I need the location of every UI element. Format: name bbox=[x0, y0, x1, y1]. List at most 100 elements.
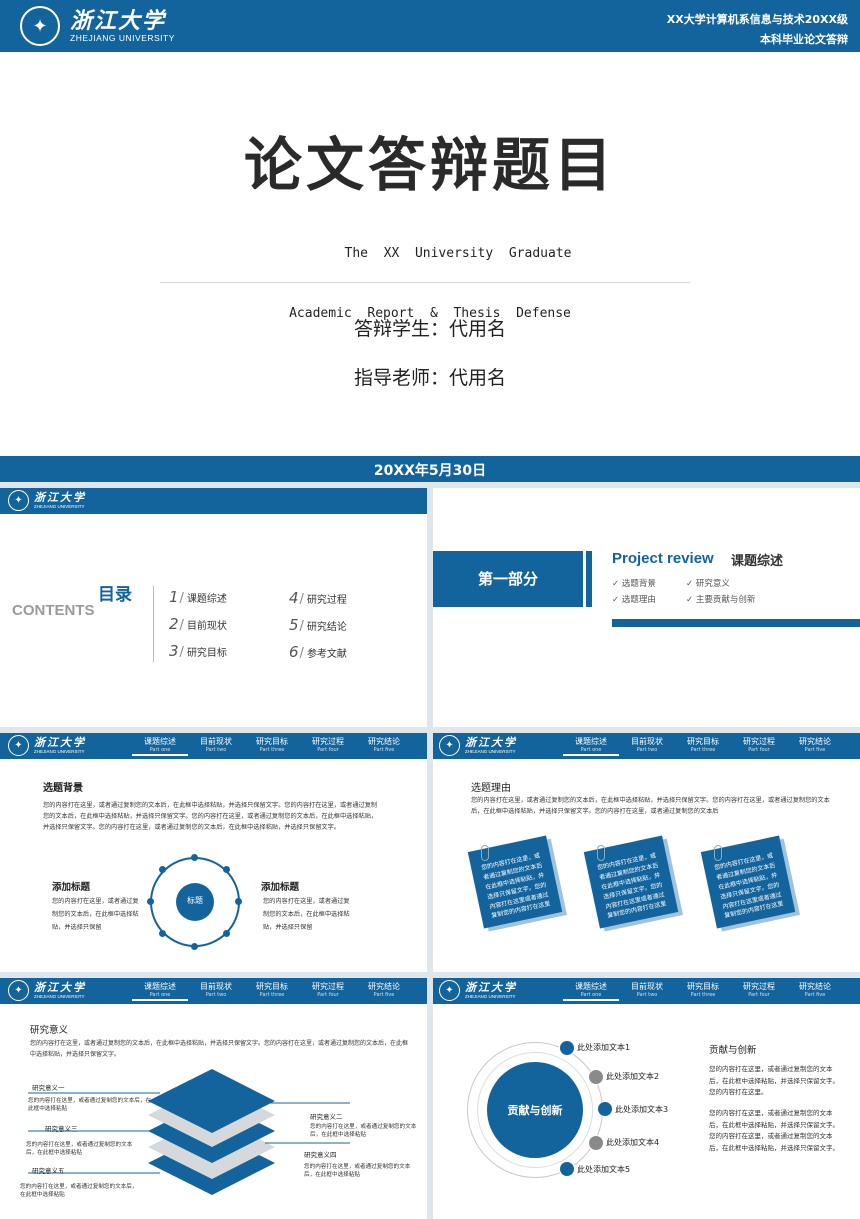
nav-tab-label: 研究过程 bbox=[312, 982, 344, 991]
nav-tab-label: 研究结论 bbox=[799, 737, 831, 746]
contents-vline bbox=[153, 586, 154, 662]
nav-tab-2[interactable]: 目前现状 Part two bbox=[188, 736, 244, 756]
contents-item-2[interactable]: 2/目前现状 bbox=[169, 615, 227, 633]
nav-tab-sub: Part one bbox=[149, 747, 171, 753]
contents-label: 参考文献 bbox=[306, 649, 347, 660]
nav-tab-sub: Part four bbox=[748, 747, 770, 753]
nav-tab-3[interactable]: 研究目标 Part three bbox=[675, 981, 731, 1001]
nav-tab-3[interactable]: 研究目标 Part three bbox=[675, 736, 731, 756]
innov-title: 贡献与创新 bbox=[709, 1045, 757, 1056]
advisor-name: 指导老师：代用名 bbox=[353, 367, 506, 389]
innov-center-label: 贡献与创新 bbox=[507, 1104, 563, 1117]
nav-tab-5[interactable]: 研究结论 Part five bbox=[356, 981, 412, 1001]
header-line-2: 本科毕业论文答辩 bbox=[760, 33, 848, 46]
nav-tab-sub: Part one bbox=[580, 747, 602, 753]
meaning-slide: ✦ 浙江大学 ZHEJIANG UNIVERSITY 课题综述 Part one 目… bbox=[0, 978, 427, 1219]
nav-tab-4[interactable]: 研究过程 Part four bbox=[300, 981, 356, 1001]
nav-tab-sub: Part five bbox=[373, 747, 395, 753]
nav-tab-sub: Part five bbox=[804, 992, 826, 998]
slash-icon: / bbox=[299, 619, 304, 634]
nav-tab-label: 目前现状 bbox=[631, 982, 663, 991]
reason-slide: ✦ 浙江大学 ZHEJIANG UNIVERSITY 课题综述 Part one 目… bbox=[433, 733, 860, 972]
innov-dot-3 bbox=[597, 1101, 613, 1117]
nav-tab-3[interactable]: 研究目标 Part three bbox=[244, 736, 300, 756]
nav-tab-label: 研究目标 bbox=[687, 737, 719, 746]
slash-icon: / bbox=[299, 646, 304, 661]
nav-tab-1[interactable]: 课题综述 Part one bbox=[563, 736, 619, 756]
contents-item-1[interactable]: 1/课题综述 bbox=[169, 588, 227, 606]
bg-ring-dot bbox=[147, 898, 154, 905]
innov-item-1: 此处添加文本1 bbox=[577, 1043, 631, 1052]
bg-paragraph: 您的内容打在这里，或者通过复制您的文本后，在此框中选择粘贴，并选择只保留文字。您… bbox=[43, 802, 378, 831]
nav-tab-5[interactable]: 研究结论 Part five bbox=[787, 736, 843, 756]
nav-tab-label: 目前现状 bbox=[200, 982, 232, 991]
innov-item-4: 此处添加文本4 bbox=[606, 1138, 660, 1147]
nav-tab-5[interactable]: 研究结论 Part five bbox=[356, 736, 412, 756]
meaning-text-5: 您的内容打在这里，或者通过复制您的文本后，在此框中选择粘贴 bbox=[20, 1184, 138, 1198]
part1-item-1: ✓ 选题背景 bbox=[612, 579, 656, 589]
nav-tab-sub: Part one bbox=[149, 992, 171, 998]
nav-tab-1[interactable]: 课题综述 Part one bbox=[132, 981, 188, 1001]
meaning-label-3: 研究意义三 bbox=[45, 1125, 78, 1133]
small-logo: ✦ 浙江大学 ZHEJIANG UNIVERSITY bbox=[439, 980, 517, 1001]
thesis-title: 论文答辩题目 bbox=[243, 131, 616, 199]
contents-item-6[interactable]: 6/参考文献 bbox=[289, 643, 347, 661]
meaning-text-1: 您的内容打在这里，或者通过复制您的文本后，在此框中选择粘贴 bbox=[28, 1098, 152, 1112]
nav-tab-1[interactable]: 课题综述 Part one bbox=[132, 736, 188, 756]
contents-item-4[interactable]: 4/研究过程 bbox=[289, 589, 347, 607]
nav-tab-2[interactable]: 目前现状 Part two bbox=[188, 981, 244, 1001]
meaning-text-2: 您的内容打在这里，或者通过复制您的文本后，在此框中选择粘贴 bbox=[310, 1124, 417, 1138]
nav-tab-3[interactable]: 研究目标 Part three bbox=[244, 981, 300, 1001]
logo-en: ZHEJIANG UNIVERSITY bbox=[70, 33, 175, 43]
nav-tab-5[interactable]: 研究结论 Part five bbox=[787, 981, 843, 1001]
bg-title: 选题背景 bbox=[43, 783, 83, 794]
innov-item-3: 此处添加文本3 bbox=[615, 1105, 669, 1114]
paperclip-icon bbox=[597, 845, 605, 861]
nav-tab-sub: Part three bbox=[259, 992, 285, 998]
part1-cn: 课题综述 bbox=[731, 554, 784, 569]
nav-bar: 课题综述 Part one 目前现状 Part two 研究目标 Part three 研究… bbox=[563, 736, 843, 756]
bg-ring-dot bbox=[159, 866, 166, 873]
nav-tab-4[interactable]: 研究过程 Part four bbox=[731, 981, 787, 1001]
meaning-paragraph: 您的内容打在这里，或者通过复制您的文本后，在此框中选择粘贴，并选择只保留文字。您… bbox=[30, 1040, 409, 1058]
nav-tab-label: 研究目标 bbox=[687, 982, 719, 991]
nav-tab-4[interactable]: 研究过程 Part four bbox=[731, 736, 787, 756]
contents-label: 研究过程 bbox=[306, 595, 347, 606]
meaning-label-5: 研究意义五 bbox=[32, 1167, 65, 1175]
slash-icon: / bbox=[179, 591, 184, 606]
contents-number: 4 bbox=[289, 589, 299, 607]
small-seal-icon: ✦ bbox=[8, 980, 29, 1001]
nav-tab-label: 研究过程 bbox=[743, 982, 775, 991]
nav-tab-label: 研究过程 bbox=[743, 737, 775, 746]
small-seal-icon: ✦ bbox=[439, 980, 460, 1001]
slash-icon: / bbox=[299, 592, 304, 607]
small-logo: ✦ 浙江大学 ZHEJIANG UNIVERSITY bbox=[8, 490, 86, 511]
paperclip-icon bbox=[714, 845, 722, 861]
slash-icon: / bbox=[179, 645, 184, 660]
nav-tab-1[interactable]: 课题综述 Part one bbox=[563, 981, 619, 1001]
contents-number: 3 bbox=[169, 642, 179, 660]
nav-tab-sub: Part two bbox=[205, 747, 227, 753]
nav-tab-2[interactable]: 目前现状 Part two bbox=[619, 981, 675, 1001]
meaning-title: 研究意义 bbox=[30, 1025, 69, 1036]
nav-tab-label: 目前现状 bbox=[200, 737, 232, 746]
background-slide: ✦ 浙江大学 ZHEJIANG UNIVERSITY 课题综述 Part one 目… bbox=[0, 733, 427, 972]
bg-left-title: 添加标题 bbox=[52, 882, 91, 893]
subtitle-line-1: The XX University Graduate bbox=[344, 246, 572, 261]
nav-tab-label: 研究结论 bbox=[799, 982, 831, 991]
small-seal-icon: ✦ bbox=[439, 735, 460, 756]
nav-tab-sub: Part three bbox=[690, 747, 716, 753]
university-logo: ✦ 浙江大学 ZHEJIANG UNIVERSITY bbox=[20, 6, 175, 46]
bg-ring-dot bbox=[191, 943, 198, 950]
contents-item-3[interactable]: 3/研究目标 bbox=[169, 642, 227, 660]
nav-tab-2[interactable]: 目前现状 Part two bbox=[619, 736, 675, 756]
nav-tab-4[interactable]: 研究过程 Part four bbox=[300, 736, 356, 756]
small-logo: ✦ 浙江大学 ZHEJIANG UNIVERSITY bbox=[8, 980, 86, 1001]
contents-item-5[interactable]: 5/研究结论 bbox=[289, 616, 347, 634]
small-seal-icon: ✦ bbox=[8, 735, 29, 756]
nav-tab-sub: Part one bbox=[580, 992, 602, 998]
contents-number: 2 bbox=[169, 615, 179, 633]
paperclip-icon bbox=[481, 845, 489, 861]
contents-number: 6 bbox=[289, 643, 299, 661]
bg-left-text: 您的内容打在这里，或者通过复制您的文本后，在此框中选择粘贴，并选择只保留 bbox=[52, 898, 139, 931]
